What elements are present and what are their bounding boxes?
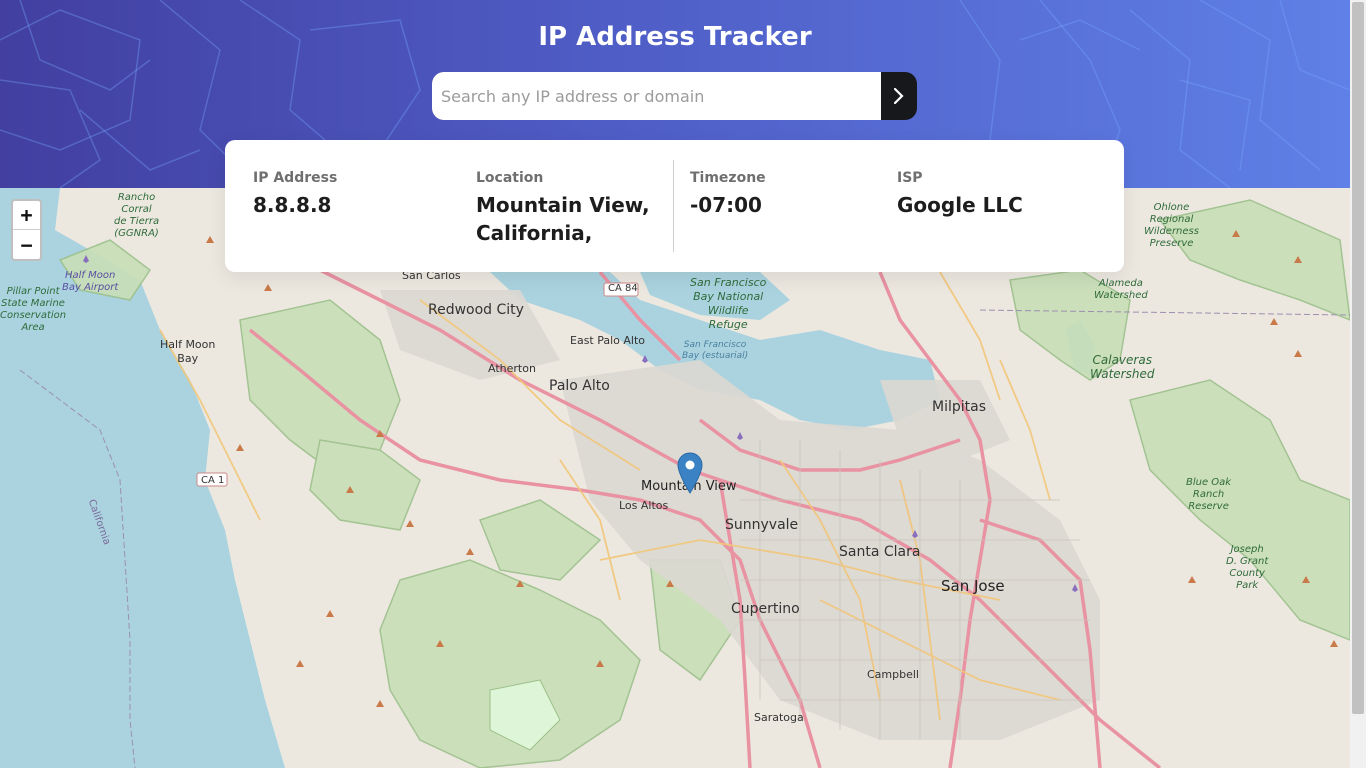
map-label-cupertino: Cupertino [731,601,800,617]
scrollbar-thumb[interactable] [1352,2,1364,714]
map-label-rancho: Rancho Corral de Tierra (GGNRA) [114,192,160,239]
isp-section: ISP Google LLC [897,170,1023,219]
map-label-east-palo-alto: East Palo Alto [570,334,646,347]
map-label-los-altos: Los Altos [619,499,669,512]
zoom-in-button[interactable]: + [13,201,40,230]
card-divider [673,160,674,252]
map-label-santa-clara: Santa Clara [839,544,921,560]
ip-address-section: IP Address 8.8.8.8 [253,170,337,219]
location-section: Location Mountain View, California, [476,170,650,247]
location-marker [677,452,703,494]
map-label-blue-oak: Blue Oak Ranch Reserve [1186,477,1232,512]
location-label: Location [476,170,544,186]
map-label-palo-alto: Palo Alto [549,378,610,394]
location-city: Mountain View, [476,193,650,217]
ip-address-value: 8.8.8.8 [253,193,332,217]
ip-info-card: IP Address 8.8.8.8 Location Mountain Vie… [225,140,1124,272]
map-label-sf-bay-estuarial: San Francisco Bay (estuarial) [682,340,749,361]
timezone-value: -07:00 [690,193,762,217]
route-shield-ca1: CA 1 [201,475,225,486]
timezone-label: Timezone [690,170,766,186]
isp-label: ISP [897,170,923,186]
map-label-half-moon-bay-airport: Half Moon Bay Airport [62,270,119,293]
ip-address-label: IP Address [253,170,338,186]
map-label-pillar-point: Pillar Point State Marine Conservation A… [0,286,67,333]
page-title: IP Address Tracker [538,22,812,52]
location-region: California, [476,221,593,245]
map-label-sf-bay-refuge: San Francisco Bay National Wildlife Refu… [690,276,767,331]
map-label-alameda-watershed: Alameda Watershed [1094,278,1148,301]
map-label-san-jose: San Jose [941,577,1005,595]
map-label-milpitas: Milpitas [932,399,986,415]
zoom-out-button[interactable]: − [13,230,40,259]
timezone-section: Timezone -07:00 [690,170,766,219]
map-label-calaveras-watershed: Calaveras Watershed [1090,353,1155,381]
search-submit-button[interactable] [881,72,917,120]
map-label-half-moon-bay: Half Moon Bay [160,338,216,365]
map-label-redwood-city: Redwood City [428,302,524,318]
isp-value: Google LLC [897,193,1023,217]
page-scrollbar[interactable] [1350,0,1366,768]
chevron-right-icon [893,87,904,105]
search-bar [432,72,917,120]
map-label-joseph-grant: Joseph D. Grant County Park [1226,544,1269,591]
map-view[interactable]: Rancho Corral de Tierra (GGNRA) Half Moo… [0,188,1350,768]
map-pin-icon[interactable] [677,452,703,499]
map-label-campbell: Campbell [867,668,919,681]
location-value: Mountain View, California, [476,191,650,247]
map-label-saratoga: Saratoga [754,711,804,724]
map-label-sunnyvale: Sunnyvale [725,517,799,533]
search-input[interactable] [432,72,881,120]
map-label-atherton: Atherton [488,362,536,375]
zoom-control: + − [11,199,42,261]
map-label-ohlone: Ohlone Regional Wilderness Preserve [1144,202,1199,249]
route-shield-ca84: CA 84 [608,283,638,294]
